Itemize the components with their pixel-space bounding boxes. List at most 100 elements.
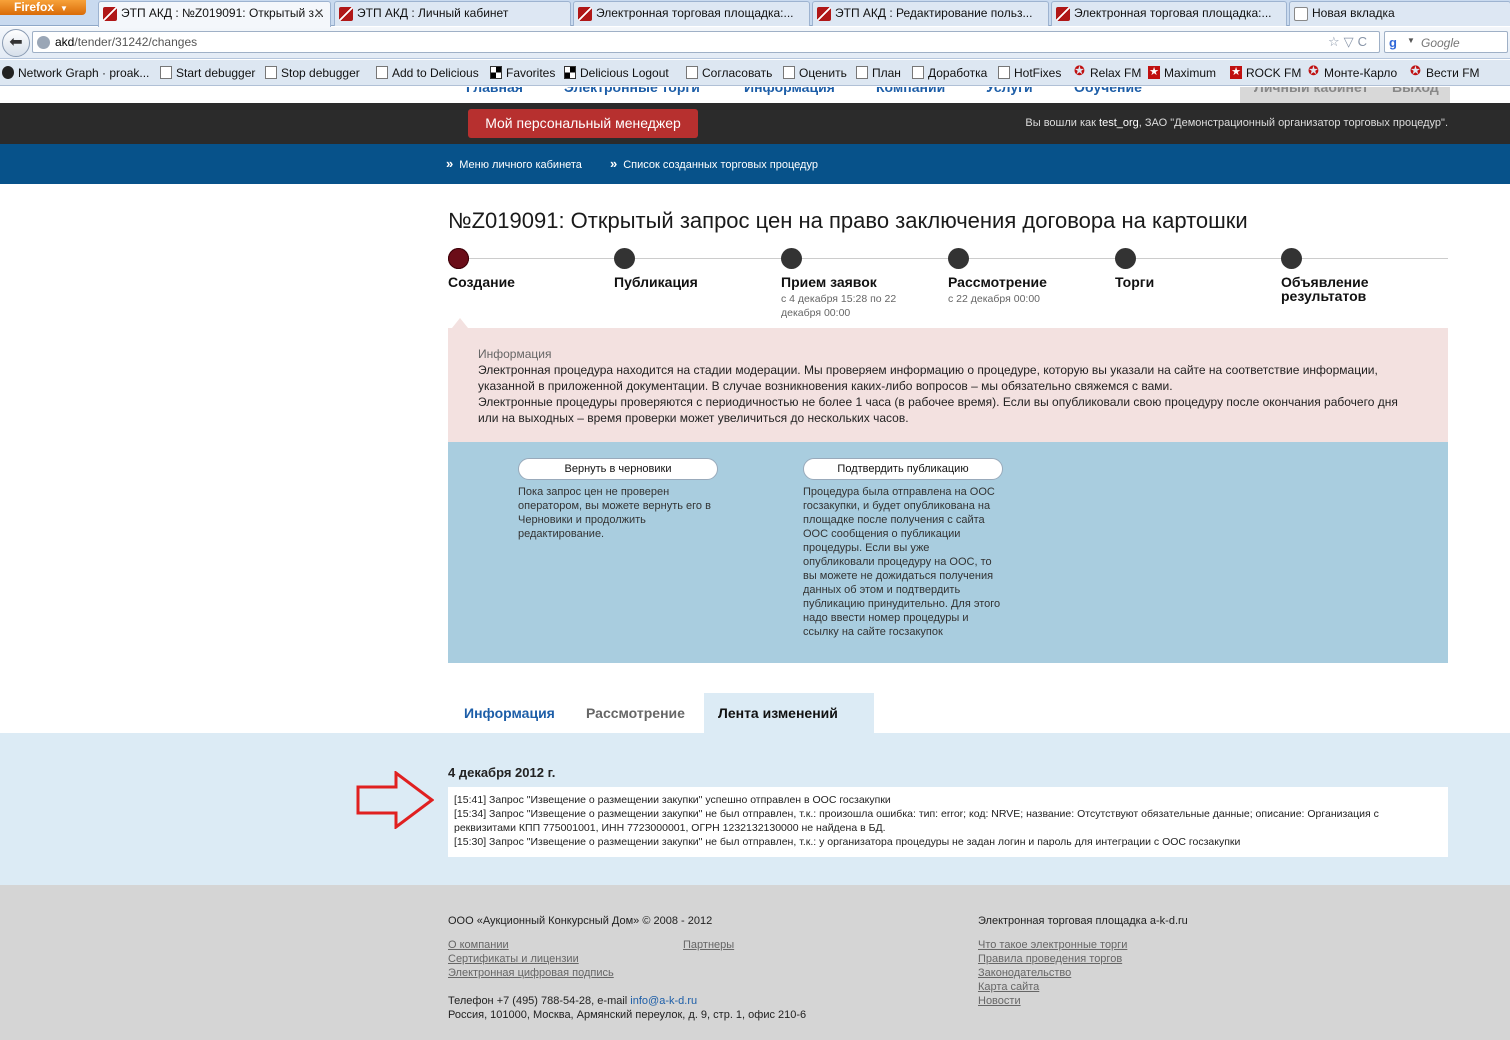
browser-tab-6[interactable]: Новая вкладка [1289, 1, 1510, 26]
page-icon [856, 66, 868, 79]
list-item: [15:41] Запрос "Извещение о размещении з… [454, 794, 891, 806]
browser-tab-3[interactable]: Электронная торговая площадка:... [573, 1, 810, 26]
action-description: Пока запрос цен не проверен оператором, … [518, 486, 711, 540]
footer-link-partners[interactable]: Партнеры [683, 938, 734, 952]
radio-star-icon: ★ [1148, 66, 1160, 79]
step-review: Рассмотрение с 22 декабря 00:00 [948, 248, 1108, 306]
bookmark-label: ROCK FM [1246, 66, 1302, 80]
footer-link-about[interactable]: О компании [448, 938, 614, 952]
breadcrumb-procedures-list[interactable]: » Список созданных торговых процедур [610, 156, 818, 171]
breadcrumb: » Меню личного кабинета » Список созданных… [0, 144, 1510, 184]
personal-manager-button[interactable]: Мой персональный менеджер [468, 109, 698, 138]
nav-item-training[interactable]: Обучение [1074, 87, 1142, 95]
bookmark-label: Relax FM [1090, 66, 1142, 80]
tab-change-feed[interactable]: Лента изменений [704, 693, 874, 733]
breadcrumb-label: Меню личного кабинета [459, 159, 582, 171]
breadcrumb-cabinet-menu[interactable]: » Меню личного кабинета [446, 156, 582, 171]
footer-link-certificates[interactable]: Сертификаты и лицензии [448, 952, 614, 966]
page-icon [160, 66, 172, 79]
site-footer: ООО «Аукционный Конкурсный Дом» © 2008 -… [0, 885, 1510, 1040]
bookmark-item[interactable]: Оценить [783, 66, 847, 80]
bookmark-item[interactable]: ★ Maximum [1148, 66, 1216, 80]
search-input[interactable]: g ▼ Google [1384, 31, 1508, 53]
logged-prefix: Вы вошли как [1025, 117, 1096, 129]
nav-item-home[interactable]: Главная [466, 87, 523, 95]
bookmark-label: Оценить [799, 66, 847, 80]
footer-link-digital-signature[interactable]: Электронная цифровая подпись [448, 966, 614, 980]
bookmark-item[interactable]: Доработка [912, 66, 987, 80]
nav-item-info[interactable]: Информация [744, 87, 835, 95]
breadcrumb-label: Список созданных торговых процедур [623, 159, 818, 171]
github-icon [2, 66, 14, 79]
action-return-draft: Вернуть в черновики Пока запрос цен не п… [518, 458, 718, 541]
logged-in-info: Вы вошли как test_org, ЗАО "Демонстрацио… [1025, 117, 1448, 129]
feed-list: [15:41] Запрос "Извещение о размещении з… [448, 787, 1448, 857]
tab-label: Электронная торговая площадка:... [596, 6, 794, 20]
return-to-drafts-button[interactable]: Вернуть в черновики [518, 458, 718, 480]
action-description: Процедура была отправлена на ООС госзаку… [803, 486, 1001, 638]
bookmark-label: Stop debugger [281, 66, 360, 80]
phone-text: Телефон +7 (495) 788-54-28, e-mail [448, 995, 628, 1007]
browser-tab-5[interactable]: Электронная торговая площадка:... [1051, 1, 1287, 26]
step-applications: Прием заявок с 4 декабря 15:28 по 22 дек… [781, 248, 911, 320]
nav-item-services[interactable]: Услуги [986, 87, 1033, 95]
bookmark-item[interactable]: ✪ Relax FM [1074, 64, 1142, 80]
logged-user: test_org [1099, 117, 1139, 129]
back-arrow-icon[interactable]: ⬅ [2, 29, 30, 57]
info-text-line: Электронная процедура находится на стади… [478, 363, 1378, 377]
bookmark-item[interactable]: ✪ Вести FM [1410, 64, 1480, 80]
bookmark-item[interactable]: Network Graph · proak... [2, 66, 149, 80]
bookmark-label: Add to Delicious [392, 66, 479, 80]
tab-information[interactable]: Информация [450, 693, 569, 733]
footer-link-legislation[interactable]: Законодательство [978, 966, 1127, 980]
footer-link-sitemap[interactable]: Карта сайта [978, 980, 1127, 994]
nav-item-companies[interactable]: Компании [876, 87, 945, 95]
browser-tab-2[interactable]: ЭТП АКД : Личный кабинет [334, 1, 571, 26]
bookmark-item[interactable]: Start debugger [160, 66, 255, 80]
bookmark-label: Favorites [506, 66, 556, 80]
confirm-publication-button[interactable]: Подтвердить публикацию [803, 458, 1003, 480]
footer-email-link[interactable]: info@a-k-d.ru [630, 995, 697, 1007]
footer-link-news[interactable]: Новости [978, 994, 1127, 1008]
step-dates: с 22 декабря 00:00 [948, 293, 1041, 305]
info-pointer [452, 318, 468, 328]
nav-item-trading[interactable]: Электронные торги [564, 87, 700, 95]
bookmark-label: План [872, 66, 901, 80]
close-icon[interactable]: ✕ [314, 6, 324, 20]
browser-tab-4[interactable]: ЭТП АКД : Редактирование польз... [812, 1, 1049, 26]
akd-favicon-icon [578, 7, 592, 21]
step-creation: Создание [448, 248, 608, 289]
chevron-down-icon[interactable]: ▼ [1407, 36, 1415, 45]
bookmark-item[interactable]: Delicious Logout [564, 66, 669, 80]
tab-label: Электронная торговая площадка:... [1074, 6, 1272, 20]
nav-item-cabinet[interactable]: Личный кабинет [1254, 87, 1368, 95]
radio-star-icon: ✪ [1308, 63, 1319, 78]
bookmark-star-icon[interactable]: ☆▽C [1328, 34, 1371, 50]
info-text-line: или на выходных – время проверки может у… [478, 411, 909, 425]
tab-label: ЭТП АКД : №Z019091: Открытый з... [121, 6, 324, 20]
akd-favicon-icon [1056, 7, 1070, 21]
bookmark-item[interactable]: Favorites [490, 66, 555, 80]
url-bar[interactable]: akd/tender/31242/changes ☆▽C [32, 31, 1380, 53]
bookmark-item[interactable]: Add to Delicious [376, 66, 479, 80]
step-label: Объявление результатов [1281, 274, 1369, 304]
tab-label: ЭТП АКД : Редактирование польз... [835, 6, 1033, 20]
step-dot [1281, 248, 1302, 269]
browser-tab-1[interactable]: ЭТП АКД : №Z019091: Открытый з... ✕ [98, 1, 331, 27]
bookmark-label: Доработка [928, 66, 988, 80]
firefox-menu-button[interactable]: Firefox ▼ [0, 0, 86, 15]
double-chevron-icon: » [446, 156, 454, 171]
bookmark-item[interactable]: ★ ROCK FM [1230, 66, 1301, 80]
tab-review[interactable]: Рассмотрение [572, 693, 699, 733]
footer-link-rules[interactable]: Правила проведения торгов [978, 952, 1127, 966]
bookmark-item[interactable]: Согласовать [686, 66, 772, 80]
footer-right-heading: Электронная торговая площадка a-k-d.ru [978, 915, 1188, 927]
page-icon [265, 66, 277, 79]
bookmark-item[interactable]: План [856, 66, 901, 80]
bookmark-item[interactable]: ✪ Монте-Карло [1308, 63, 1397, 80]
footer-link-what-is-etrading[interactable]: Что такое электронные торги [978, 938, 1127, 952]
bookmark-item[interactable]: Stop debugger [265, 66, 360, 80]
bookmark-label: Start debugger [176, 66, 256, 80]
nav-item-logout[interactable]: Выход [1392, 87, 1439, 95]
bookmark-item[interactable]: HotFixes [998, 66, 1061, 80]
